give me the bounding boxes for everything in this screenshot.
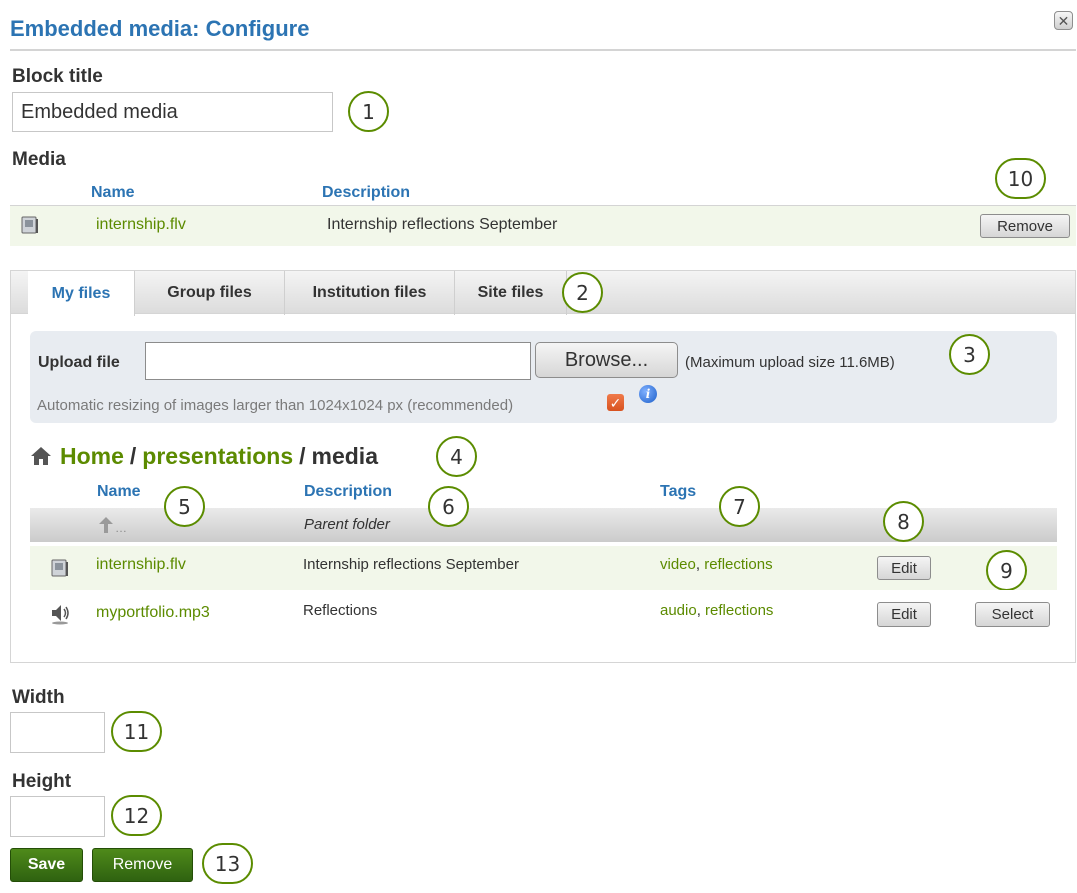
file-description: Reflections: [303, 602, 378, 619]
files-col-tags: Tags: [660, 483, 697, 500]
dialog-title: Embedded media: Configure: [10, 16, 310, 41]
callout-5: 5: [164, 486, 205, 527]
media-label: Media: [12, 149, 66, 170]
files-col-name: Name: [97, 483, 141, 500]
select-button[interactable]: Select: [975, 602, 1050, 627]
callout-6: 6: [428, 486, 469, 527]
callout-4: 4: [436, 436, 477, 477]
breadcrumb-home[interactable]: Home: [60, 443, 124, 470]
tag-link[interactable]: video: [660, 556, 696, 573]
upload-box: Upload file Browse... (Maximum upload si…: [30, 331, 1057, 423]
tag-link[interactable]: reflections: [705, 602, 773, 619]
remove-button[interactable]: Remove: [92, 848, 193, 882]
callout-10: 10: [995, 158, 1046, 199]
save-button[interactable]: Save: [10, 848, 83, 882]
media-file-description: Internship reflections September: [327, 216, 558, 233]
tag-separator: ,: [696, 602, 706, 619]
file-tags: video, reflections: [660, 556, 773, 573]
tab-site-files[interactable]: Site files: [455, 271, 567, 315]
tag-link[interactable]: reflections: [704, 556, 772, 573]
arrow-up-icon: [99, 517, 113, 533]
browse-button[interactable]: Browse...: [535, 342, 678, 378]
files-col-description: Description: [304, 483, 393, 500]
width-input[interactable]: [10, 712, 105, 753]
upload-label: Upload file: [38, 354, 120, 371]
media-col-description: Description: [322, 184, 411, 201]
resize-text: Automatic resizing of images larger than…: [37, 397, 514, 414]
block-title-label: Block title: [12, 66, 103, 87]
max-upload-size: (Maximum upload size 11.6MB): [685, 354, 895, 371]
tag-link[interactable]: audio: [660, 602, 697, 619]
breadcrumb-presentations[interactable]: presentations: [142, 443, 293, 470]
info-icon[interactable]: i: [639, 385, 657, 403]
callout-11: 11: [111, 711, 162, 752]
file-description: Internship reflections September: [303, 556, 519, 573]
callout-7: 7: [719, 486, 760, 527]
edit-button[interactable]: Edit: [877, 602, 931, 627]
table-row: internship.flv Internship reflections Se…: [30, 546, 1057, 590]
home-icon[interactable]: [30, 446, 52, 466]
media-remove-button[interactable]: Remove: [980, 214, 1070, 238]
audio-file-icon: [52, 605, 69, 625]
width-label: Width: [12, 687, 65, 708]
file-name[interactable]: myportfolio.mp3: [96, 604, 210, 622]
breadcrumb-separator: /: [299, 442, 306, 469]
callout-2: 2: [562, 272, 603, 313]
callout-8: 8: [883, 501, 924, 542]
upload-file-input[interactable]: [145, 342, 531, 380]
title-divider: [10, 49, 1076, 51]
block-title-input[interactable]: [12, 92, 333, 132]
edit-button[interactable]: Edit: [877, 556, 931, 580]
file-tabs: My files Group files Institution files S…: [10, 270, 1076, 316]
callout-9: 9: [986, 550, 1027, 591]
tab-institution-files[interactable]: Institution files: [285, 271, 455, 315]
video-file-icon: [51, 559, 68, 577]
callout-1: 1: [348, 91, 389, 132]
callout-3: 3: [949, 334, 990, 375]
media-row: internship.flv Internship reflections Se…: [10, 206, 1076, 246]
tab-my-files[interactable]: My files: [28, 271, 135, 316]
file-tags: audio, reflections: [660, 602, 773, 619]
breadcrumb: Home / presentations / media: [30, 441, 378, 471]
breadcrumb-separator: /: [129, 442, 137, 469]
height-label: Height: [12, 771, 72, 792]
height-input[interactable]: [10, 796, 105, 837]
callout-13: 13: [202, 843, 253, 884]
callout-12: 12: [111, 795, 162, 836]
media-col-name: Name: [91, 184, 135, 201]
parent-folder-label: Parent folder: [304, 516, 390, 533]
parent-folder-ellipsis: …: [115, 521, 127, 535]
table-row: myportfolio.mp3 Reflections audio, refle…: [30, 590, 1057, 638]
close-icon[interactable]: ✕: [1054, 11, 1073, 30]
breadcrumb-current: media: [311, 442, 378, 469]
tag-separator: ,: [695, 556, 705, 573]
resize-checkbox[interactable]: ✓: [607, 394, 624, 411]
file-name[interactable]: internship.flv: [96, 556, 186, 574]
tab-group-files[interactable]: Group files: [135, 271, 285, 315]
media-file-name[interactable]: internship.flv: [96, 216, 186, 234]
video-file-icon: [21, 216, 38, 234]
